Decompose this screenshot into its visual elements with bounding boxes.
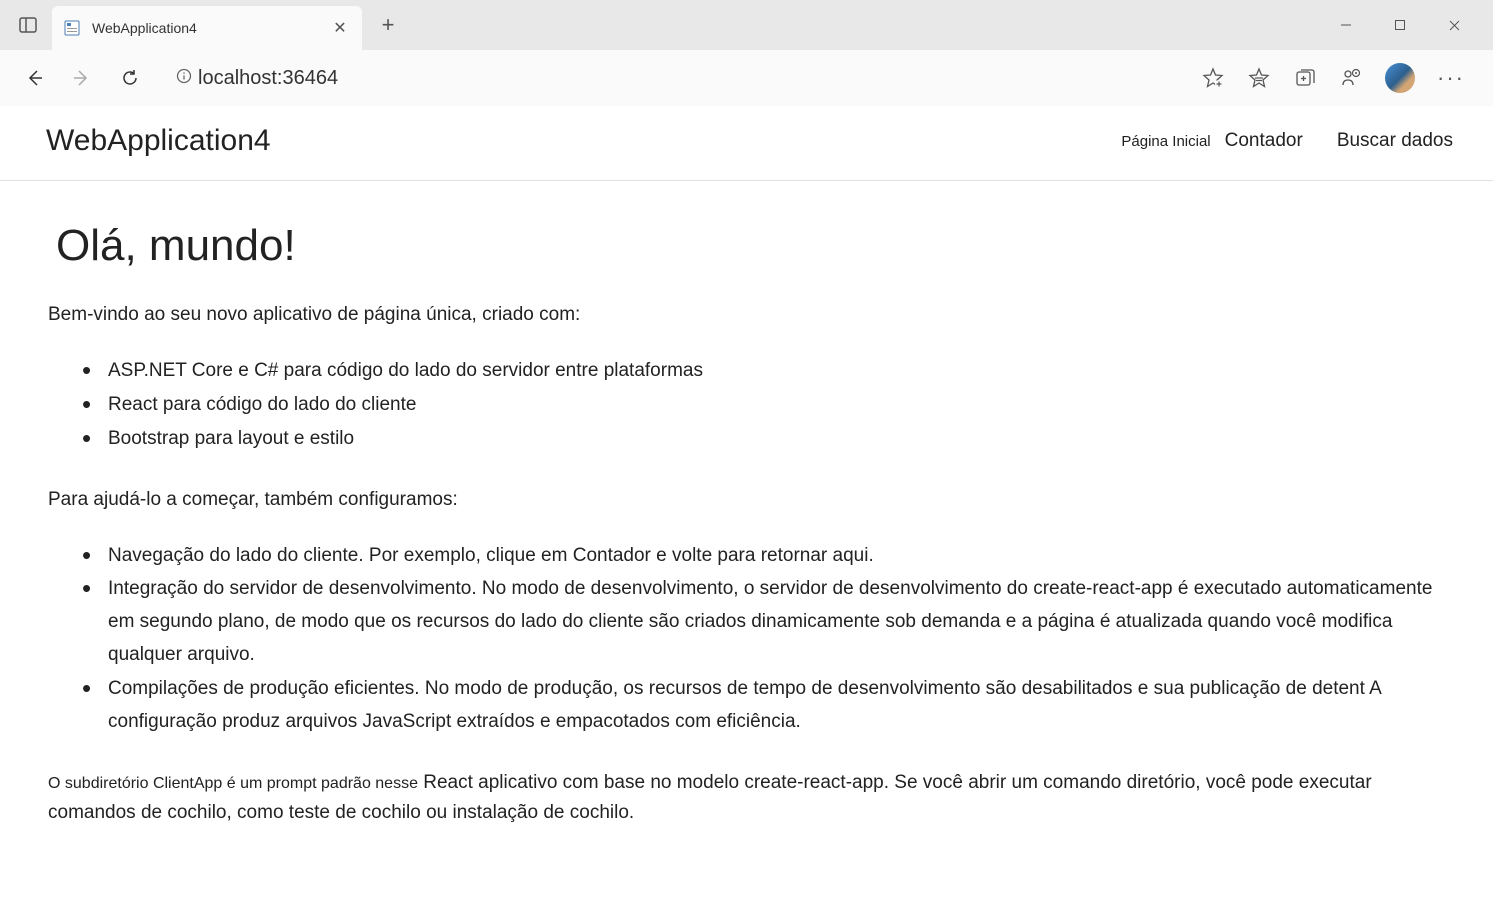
url-text: localhost:36464 [198, 67, 338, 90]
favorites-icon[interactable] [1247, 66, 1271, 90]
site-info-icon[interactable] [176, 68, 192, 89]
list-item: Integração do servidor de desenvolviment… [48, 572, 1445, 672]
minimize-button[interactable] [1323, 7, 1369, 43]
list-item: Navegação do lado do cliente. Por exempl… [48, 539, 1445, 572]
refresh-button[interactable] [114, 62, 146, 94]
help-intro-text: Para ajudá-lo a começar, também configur… [48, 486, 1445, 515]
window-controls [1323, 7, 1485, 43]
star-add-icon[interactable] [1201, 66, 1225, 90]
tech-list: ASP.NET Core e C# para código do lado do… [48, 354, 1445, 457]
close-window-button[interactable] [1431, 7, 1477, 43]
collections-icon[interactable] [1293, 66, 1317, 90]
page-heading: Olá, mundo! [56, 221, 1445, 271]
nav-link-counter[interactable]: Contador [1225, 130, 1303, 152]
tab-bar: WebApplication4 ✕ + [0, 0, 1493, 50]
address-bar: localhost:36464 ··· [0, 50, 1493, 106]
page-content: WebApplication4 Página Inicial Contador … [0, 106, 1493, 869]
welcome-text: Bem-vindo ao seu novo aplicativo de pági… [48, 301, 1445, 330]
forward-button[interactable] [66, 62, 98, 94]
maximize-button[interactable] [1377, 7, 1423, 43]
account-sync-icon[interactable] [1339, 66, 1363, 90]
url-input[interactable]: localhost:36464 [162, 58, 1185, 98]
page-body: Olá, mundo! Bem-vindo ao seu novo aplica… [0, 181, 1493, 869]
help-list: Navegação do lado do cliente. Por exempl… [48, 539, 1445, 739]
more-menu-icon[interactable]: ··· [1437, 65, 1465, 91]
tab-favicon-icon [64, 19, 82, 37]
browser-chrome: WebApplication4 ✕ + [0, 0, 1493, 106]
app-navbar: WebApplication4 Página Inicial Contador … [0, 106, 1493, 181]
tab-title: WebApplication4 [92, 20, 330, 36]
closing-paragraph: O subdiretório ClientApp é um prompt pad… [48, 768, 1445, 829]
new-tab-button[interactable]: + [370, 7, 406, 43]
nav-link-fetch[interactable]: Buscar dados [1337, 130, 1453, 152]
tab-panel-icon[interactable] [16, 13, 40, 37]
profile-avatar[interactable] [1385, 63, 1415, 93]
app-title[interactable]: WebApplication4 [46, 124, 271, 158]
back-button[interactable] [18, 62, 50, 94]
list-item: Compilações de produção eficientes. No m… [48, 672, 1445, 739]
toolbar-icons: ··· [1201, 63, 1475, 93]
list-item: React para código do lado do cliente [48, 388, 1445, 422]
browser-tab[interactable]: WebApplication4 ✕ [52, 6, 362, 50]
app-nav-links: Página Inicial Contador Buscar dados [1121, 130, 1453, 152]
nav-link-home[interactable]: Página Inicial [1121, 133, 1210, 150]
closing-lead: O subdiretório ClientApp é um prompt pad… [48, 775, 418, 792]
close-tab-icon[interactable]: ✕ [330, 18, 350, 38]
list-item: ASP.NET Core e C# para código do lado do… [48, 354, 1445, 388]
list-item: Bootstrap para layout e estilo [48, 422, 1445, 456]
